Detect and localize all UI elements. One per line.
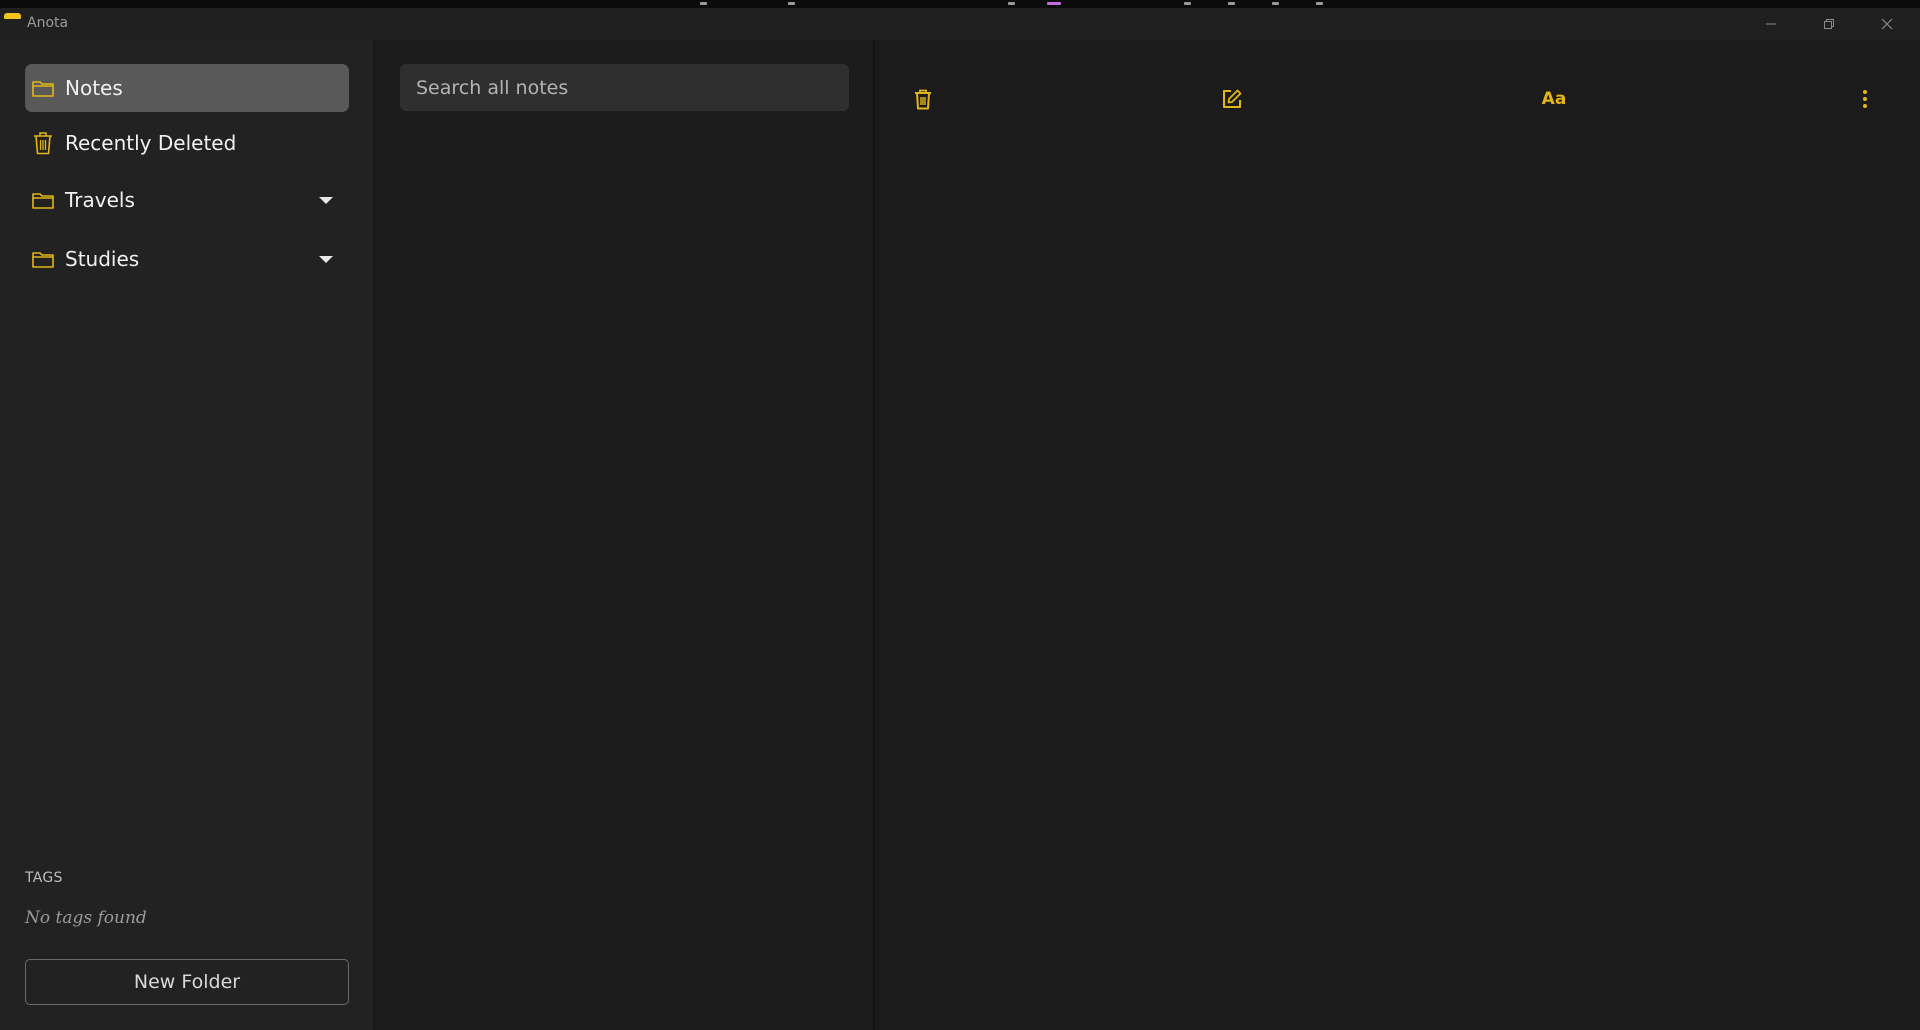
window-title: Anota (27, 15, 69, 31)
chevron-down-icon[interactable] (319, 256, 333, 263)
strip-marker (1316, 2, 1323, 5)
sidebar-item-label: Notes (65, 76, 123, 100)
sidebar-item-label: Studies (65, 247, 140, 271)
strip-marker (788, 2, 795, 5)
sidebar-item-label: Travels (65, 188, 135, 212)
restore-icon (1824, 19, 1834, 29)
minimize-button[interactable] (1742, 8, 1800, 40)
sidebar-item-studies[interactable]: Studies (25, 235, 349, 283)
strip-marker (700, 2, 707, 5)
edit-icon (1223, 89, 1242, 108)
top-strip (0, 0, 1920, 8)
sidebar-item-label: Recently Deleted (65, 131, 237, 155)
minimize-icon (1766, 23, 1776, 25)
more-vert-icon (1863, 90, 1867, 108)
chevron-down-icon[interactable] (319, 197, 333, 204)
sidebar-item-recently-deleted[interactable]: Recently Deleted (25, 119, 349, 167)
format-button[interactable]: Aa (1537, 82, 1571, 116)
strip-marker (1228, 2, 1235, 5)
new-folder-button[interactable]: New Folder (25, 959, 349, 1005)
strip-marker (1184, 2, 1191, 5)
title-bar: Anota (0, 8, 1920, 41)
tags-empty-message: No tags found (25, 908, 147, 928)
format-icon: Aa (1541, 89, 1567, 109)
search-input[interactable] (400, 64, 849, 111)
sidebar-item-notes[interactable]: Notes (25, 64, 349, 112)
strip-marker-active (1047, 2, 1061, 5)
folder-icon (31, 76, 55, 100)
maximize-button[interactable] (1800, 8, 1858, 40)
folder-icon (31, 247, 55, 271)
strip-marker (1008, 2, 1015, 5)
close-button[interactable] (1858, 8, 1916, 40)
app-logo-icon (4, 13, 21, 19)
more-options-button[interactable] (1848, 82, 1882, 116)
trash-icon (915, 89, 931, 109)
trash-icon (31, 131, 55, 155)
strip-marker (1272, 2, 1279, 5)
sidebar: Notes Recently Deleted Travels Studies T… (0, 40, 375, 1030)
editor-pane: Aa (875, 40, 1920, 1030)
delete-note-button[interactable] (906, 82, 940, 116)
new-note-button[interactable] (1215, 82, 1249, 116)
close-icon (1881, 18, 1893, 30)
folder-icon (31, 188, 55, 212)
notes-list-pane (375, 40, 875, 1030)
sidebar-item-travels[interactable]: Travels (25, 176, 349, 224)
tags-heading: TAGS (25, 870, 63, 886)
